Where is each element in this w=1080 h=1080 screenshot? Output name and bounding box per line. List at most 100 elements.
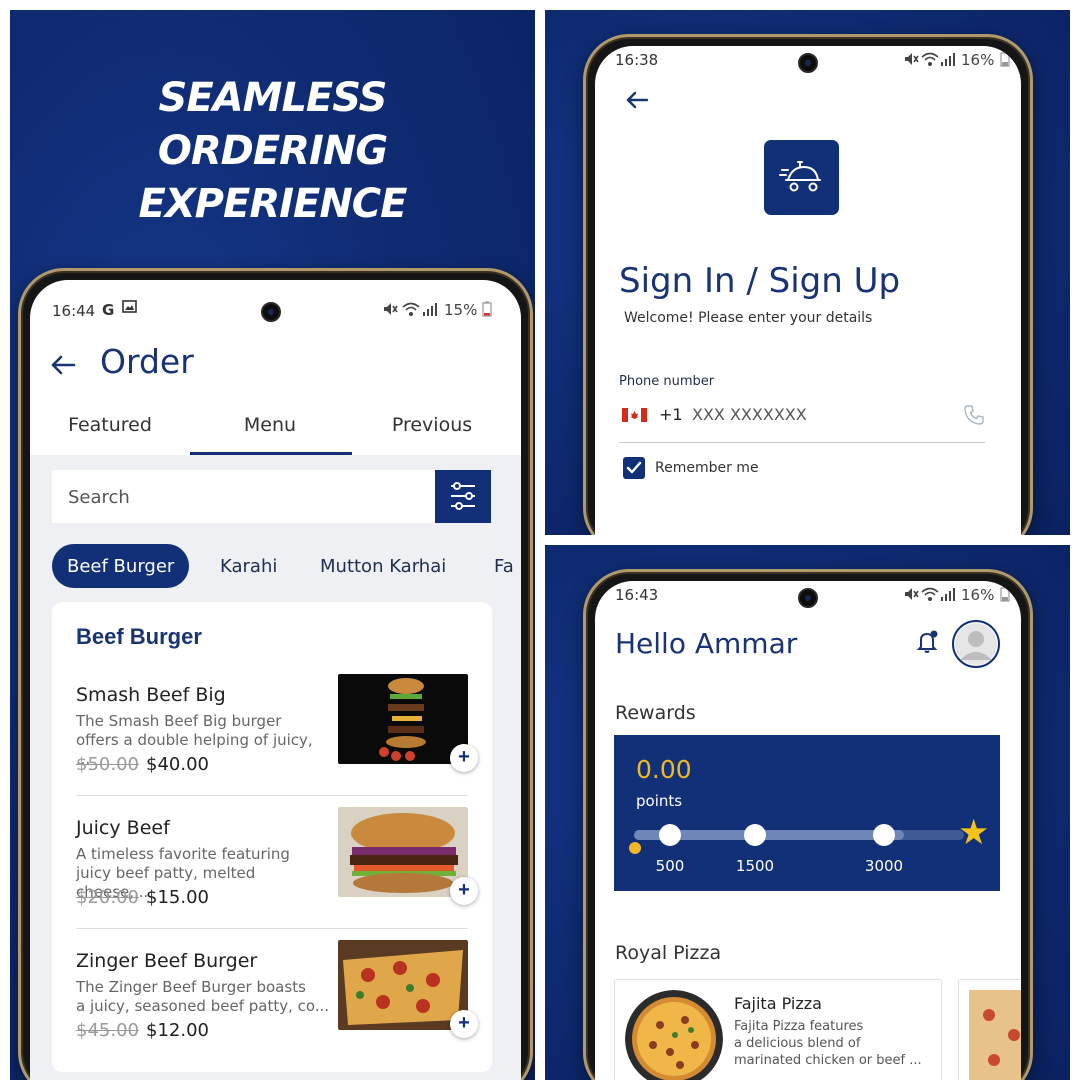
menu-item[interactable]: Juicy Beef A timeless favorite featuring… <box>76 807 478 937</box>
country-code[interactable]: +1 <box>659 405 683 424</box>
chip-overflow[interactable]: Fa <box>494 544 514 588</box>
item-price: $12.00 <box>146 1020 209 1041</box>
pizza-card[interactable]: Fajita Pizza Fajita Pizza features a del… <box>614 979 942 1080</box>
promo-headline: SEAMLESS ORDERING EXPERIENCE <box>10 72 535 231</box>
item-name: Zinger Beef Burger <box>76 950 258 972</box>
points-label: points <box>636 792 683 810</box>
wifi-icon <box>921 586 939 606</box>
greeting: Hello Ammar <box>615 627 798 660</box>
home-screen: 16:43 16% Hello Ammar Rewards 0.00 point… <box>595 581 1021 1080</box>
add-item-button[interactable]: + <box>450 877 478 905</box>
milestone-dot <box>744 824 766 846</box>
item-name: Juicy Beef <box>76 817 170 839</box>
battery-percent: 16% <box>961 51 995 69</box>
signin-promo-panel: 16:38 16% Sign In / Sign Up Welcome! Ple… <box>545 10 1070 535</box>
remember-checkbox[interactable] <box>623 457 645 479</box>
item-desc-line: The Zinger Beef Burger boasts <box>76 978 306 996</box>
points-value: 0.00 <box>636 755 692 784</box>
burger-stack-image <box>338 674 468 764</box>
chip-karahi[interactable]: Karahi <box>220 544 277 588</box>
order-promo-panel: SEAMLESS ORDERING EXPERIENCE 16:44 G 15% <box>10 10 535 1080</box>
status-time: 16:43 <box>615 586 659 604</box>
milestone-dot <box>873 824 895 846</box>
menu-item[interactable]: Zinger Beef Burger The Zinger Beef Burge… <box>76 940 478 1070</box>
avatar[interactable] <box>952 620 1000 668</box>
gallery-icon <box>122 299 137 318</box>
battery-icon <box>1000 51 1010 71</box>
signal-icon <box>422 301 438 321</box>
section-title: Royal Pizza <box>615 942 722 964</box>
pizza-desc-line: a delicious blend of <box>734 1036 861 1051</box>
item-price: $40.00 <box>146 754 209 775</box>
mute-icon <box>903 51 919 71</box>
item-name: Smash Beef Big <box>76 684 226 706</box>
front-camera <box>798 53 818 73</box>
item-old-price: $20.00 <box>76 887 139 908</box>
star-icon: ★ <box>958 813 990 852</box>
item-divider <box>76 928 468 929</box>
milestone-label: 3000 <box>864 857 904 875</box>
battery-percent: 15% <box>444 301 478 319</box>
chip-mutton-karhai[interactable]: Mutton Karhai <box>320 544 446 588</box>
burger-image <box>338 807 468 897</box>
home-phone: 16:43 16% Hello Ammar Rewards 0.00 point… <box>583 569 1033 1080</box>
order-screen: 16:44 G 15% Order Featured Menu Previous… <box>30 280 521 1080</box>
tab-menu[interactable]: Menu <box>190 414 350 452</box>
back-arrow-icon[interactable] <box>625 86 649 117</box>
user-icon <box>955 623 997 665</box>
pizza-desc-line: marinated chicken or beef ... <box>734 1053 922 1068</box>
add-item-button[interactable]: + <box>450 744 478 772</box>
google-icon: G <box>102 301 115 319</box>
signal-icon <box>940 586 956 606</box>
signin-phone: 16:38 16% Sign In / Sign Up Welcome! Ple… <box>583 34 1033 535</box>
order-phone: 16:44 G 15% Order Featured Menu Previous… <box>18 268 533 1080</box>
item-description: The Zinger Beef Burger boasts a juicy, s… <box>76 978 330 1016</box>
phone-input[interactable]: XXX XXXXXXX <box>692 405 807 424</box>
pizza-image <box>969 990 1021 1080</box>
bell-icon[interactable] <box>915 629 941 660</box>
item-divider <box>76 795 468 796</box>
pizza-description: Fajita Pizza features a delicious blend … <box>734 1018 934 1069</box>
item-old-price: $50.00 <box>76 754 139 775</box>
wifi-icon <box>921 51 939 71</box>
signal-icon <box>940 51 956 71</box>
chip-beef-burger[interactable]: Beef Burger <box>52 544 190 588</box>
delivery-cart-icon <box>779 161 821 192</box>
menu-item[interactable]: Smash Beef Big The Smash Beef Big burger… <box>76 674 478 804</box>
rewards-title: Rewards <box>615 702 696 724</box>
pizza-desc-line: Fajita Pizza features <box>734 1019 864 1034</box>
mute-icon <box>382 301 398 321</box>
phone-underline <box>619 442 985 443</box>
pizza-card-partial[interactable] <box>958 979 1021 1080</box>
mute-icon <box>903 586 919 606</box>
filter-button[interactable] <box>435 470 491 523</box>
add-item-button[interactable]: + <box>450 1010 478 1038</box>
menu-card: Beef Burger Smash Beef Big The Smash Bee… <box>52 602 492 1072</box>
item-desc-line: a juicy, seasoned beef patty, co... <box>76 997 330 1015</box>
item-desc-line: A timeless favorite featuring <box>76 845 290 863</box>
delivery-logo <box>764 140 839 215</box>
back-arrow-icon[interactable] <box>50 350 76 384</box>
item-desc-line: The Smash Beef Big burger <box>76 712 282 730</box>
rewards-card[interactable]: 0.00 points 500 1500 3000 ★ <box>614 735 1000 891</box>
signin-screen: 16:38 16% Sign In / Sign Up Welcome! Ple… <box>595 46 1021 535</box>
checkmark-icon <box>626 461 642 474</box>
headline-line-1: SEAMLESS <box>158 75 388 121</box>
front-camera <box>798 588 818 608</box>
remember-label: Remember me <box>655 460 759 476</box>
category-title: Beef Burger <box>76 624 202 649</box>
tab-previous[interactable]: Previous <box>352 414 512 452</box>
battery-percent: 16% <box>961 586 995 604</box>
milestone-label: 1500 <box>735 857 775 875</box>
tab-featured[interactable]: Featured <box>30 414 190 452</box>
status-time: 16:44 <box>52 302 96 320</box>
sliders-icon <box>451 482 475 510</box>
phone-label: Phone number <box>619 374 715 389</box>
headline-line-2: ORDERING <box>157 128 388 174</box>
home-promo-panel: 16:43 16% Hello Ammar Rewards 0.00 point… <box>545 545 1070 1080</box>
search-input[interactable]: Search <box>52 470 435 523</box>
canada-flag-icon[interactable] <box>622 408 647 422</box>
item-price: $15.00 <box>146 887 209 908</box>
pizza-slice-image <box>338 940 468 1030</box>
signin-title: Sign In / Sign Up <box>619 261 901 301</box>
